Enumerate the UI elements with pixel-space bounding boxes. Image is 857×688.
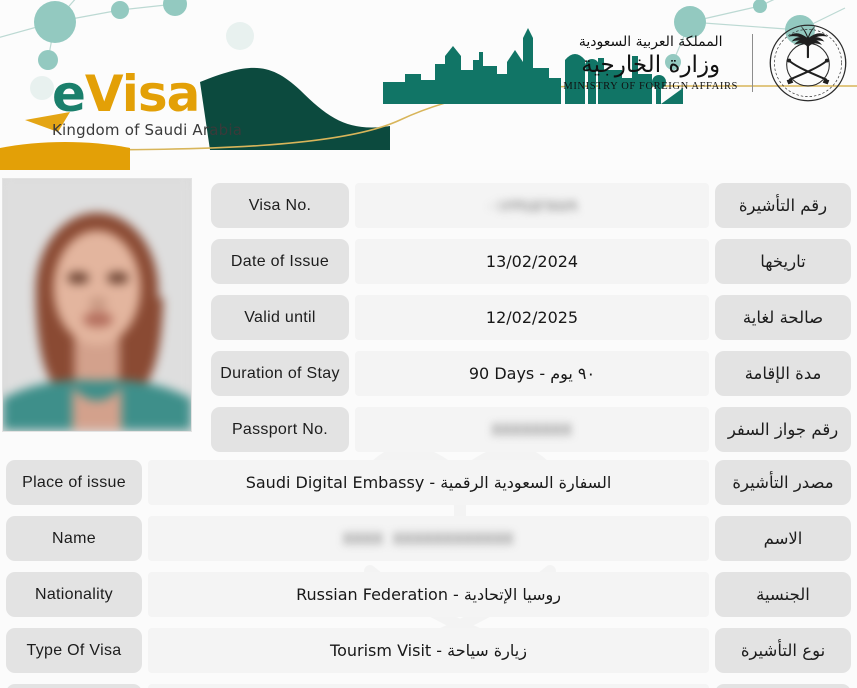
visa-field-row: Type Of Visa Tourism Visit - زيارة سياحة ن… <box>6 628 851 673</box>
field-label-en: Duration of Stay <box>211 351 349 396</box>
field-label-en: Passport No. <box>211 407 349 452</box>
field-value: XXXX XXXXXXXXXXXX <box>148 516 709 561</box>
visa-field-row: Place of issue Saudi Digital Embassy - ال… <box>6 460 851 505</box>
field-label-ar: رقم جواز السفر <box>715 407 851 452</box>
redacted-value: XXXXXXXX <box>491 420 573 439</box>
field-label-en: Type Of Visa <box>6 628 142 673</box>
visa-field-row: Name XXXX XXXXXXXXXXXX الاسم <box>6 516 851 561</box>
field-value: ٠١٢٣٤٥٦٧٨٩ <box>355 183 709 228</box>
field-label-ar: مدة الإقامة <box>715 351 851 396</box>
visa-field-row: Visa No. ٠١٢٣٤٥٦٧٨٩ رقم التأشيرة <box>211 183 851 228</box>
field-value: Russian Federation - روسيا الإتحادية <box>148 572 709 617</box>
field-label-ar: نوع التأشيرة <box>715 628 851 673</box>
field-value: 13/02/2024 <box>355 239 709 284</box>
visa-field-row: Passport No. XXXXXXXX رقم جواز السفر <box>211 407 851 452</box>
applicant-photo <box>2 178 192 432</box>
field-label-en: Nationality <box>6 572 142 617</box>
saudi-emblem-icon <box>769 24 847 102</box>
field-value: XXXXXXXX <box>355 407 709 452</box>
field-label-en: Valid until <box>211 295 349 340</box>
visa-field-row <box>6 684 851 688</box>
ministry-kingdom-arabic: المملكة العربية السعودية <box>578 34 723 50</box>
field-label-en: Date of Issue <box>211 239 349 284</box>
field-value: 90 Days - ٩٠ يوم <box>355 351 709 396</box>
redacted-value: ٠١٢٣٤٥٦٧٨٩ <box>486 196 578 215</box>
field-value <box>148 684 709 688</box>
field-label-en <box>6 684 142 688</box>
field-label-en: Place of issue <box>6 460 142 505</box>
visa-field-row: Nationality Russian Federation - روسيا ال… <box>6 572 851 617</box>
applicant-photo-image <box>3 179 191 431</box>
field-label-ar: رقم التأشيرة <box>715 183 851 228</box>
field-label-ar: تاريخها <box>715 239 851 284</box>
logo-letter-e: e <box>52 65 86 123</box>
field-label-en: Visa No. <box>211 183 349 228</box>
ministry-text: المملكة العربية السعودية وزارة الخارجية … <box>563 34 753 92</box>
field-label-en: Name <box>6 516 142 561</box>
field-label-ar <box>715 684 851 688</box>
logo-word-visa: Visa <box>84 65 200 123</box>
logo-subtitle: Kingdom of Saudi Arabia <box>52 121 243 139</box>
visa-field-row: Valid until 12/02/2025 صالحة لغاية <box>211 295 851 340</box>
redacted-value: XXXX XXXXXXXXXXXX <box>343 529 514 548</box>
field-label-ar: صالحة لغاية <box>715 295 851 340</box>
visa-field-row: Date of Issue 13/02/2024 تاريخها <box>211 239 851 284</box>
evisa-logo: eVisa Kingdom of Saudi Arabia <box>52 68 312 148</box>
ministry-name-english: MINISTRY OF FOREIGN AFFAIRS <box>563 81 738 92</box>
field-value: Tourism Visit - زيارة سياحة <box>148 628 709 673</box>
visa-field-row: Duration of Stay 90 Days - ٩٠ يوم مدة الإق… <box>211 351 851 396</box>
ministry-name-arabic: وزارة الخارجية <box>581 52 721 78</box>
field-label-ar: الجنسية <box>715 572 851 617</box>
document-header: eVisa Kingdom of Saudi Arabia المملكة ال… <box>0 0 857 170</box>
field-label-ar: مصدر التأشيرة <box>715 460 851 505</box>
field-value: Saudi Digital Embassy - السفارة السعودية… <box>148 460 709 505</box>
visa-details-area: Visa No. ٠١٢٣٤٥٦٧٨٩ رقم التأشيرة Date of Is… <box>0 170 857 688</box>
field-label-ar: الاسم <box>715 516 851 561</box>
ministry-of-foreign-affairs-block: المملكة العربية السعودية وزارة الخارجية … <box>563 22 849 104</box>
field-value: 12/02/2025 <box>355 295 709 340</box>
evisa-wordmark: eVisa <box>52 68 312 120</box>
evisa-document: eVisa Kingdom of Saudi Arabia المملكة ال… <box>0 0 857 688</box>
